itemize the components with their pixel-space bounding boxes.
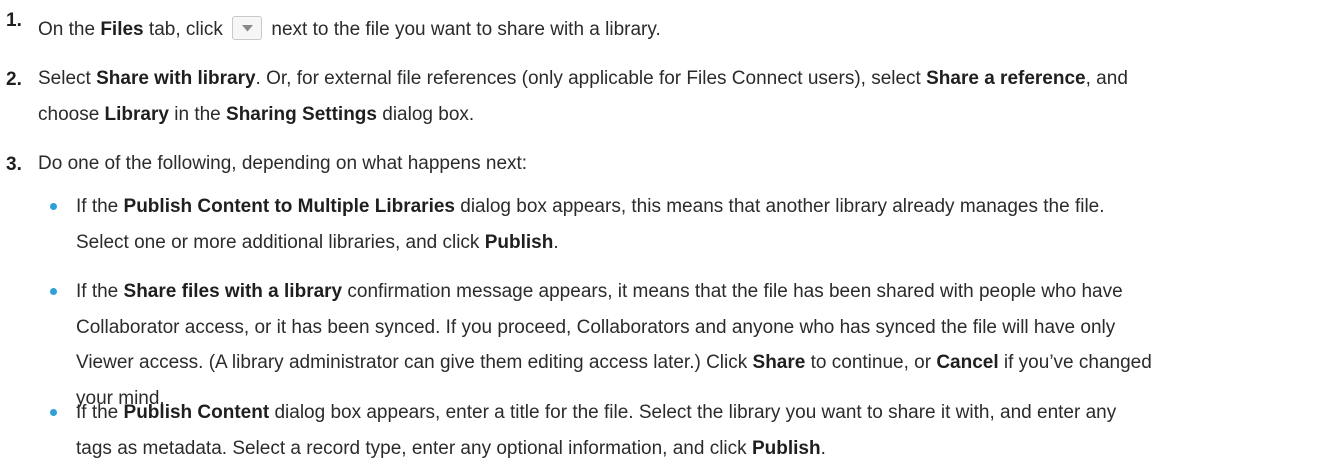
- bullet-text-line-2: Select one or more additional libraries,…: [76, 232, 559, 253]
- bullet-dot: [50, 288, 57, 295]
- bullet-dot: [50, 203, 57, 210]
- chevron-down-icon: [242, 25, 254, 32]
- bullet-text-line-3: Viewer access. (A library administrator …: [76, 352, 1152, 373]
- bullet-text-line-2: tags as metadata. Select a record type, …: [76, 438, 826, 459]
- step-number: 2.: [6, 69, 22, 90]
- file-actions-dropdown-button[interactable]: [232, 16, 263, 40]
- step-text: Do one of the following, depending on wh…: [38, 153, 528, 174]
- bullet-text-line-2: Collaborator access, or it has been sync…: [76, 317, 1116, 338]
- bullet-text-line-1: If the Share files with a library confir…: [76, 281, 1123, 302]
- bullet-text-line-1: If the Publish Content to Multiple Libra…: [76, 196, 1105, 217]
- bullet-text-line-1: If the Publish Content dialog box appear…: [76, 402, 1117, 423]
- files-tab-label: Files: [100, 19, 144, 41]
- step-text-line-2: choose Library in the Sharing Settings d…: [38, 104, 475, 125]
- bullet-dot: [50, 409, 57, 416]
- instructions-document: 1. On the Files tab, click next to the f…: [0, 0, 1318, 474]
- step-number: 3.: [6, 154, 22, 175]
- step-number: 1.: [6, 10, 22, 31]
- step-text-line-1: Select Share with library. Or, for exter…: [38, 68, 1128, 89]
- step-text: On the Files tab, click next to the file…: [38, 16, 661, 42]
